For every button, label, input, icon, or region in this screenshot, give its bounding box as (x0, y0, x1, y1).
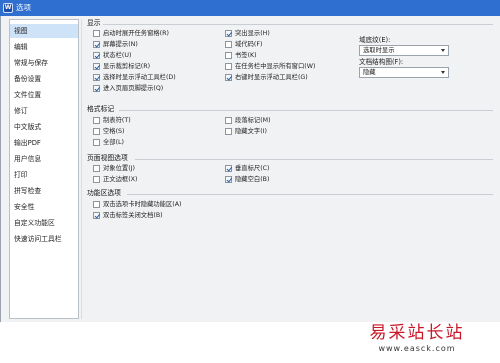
chevron-down-icon (441, 49, 445, 52)
checkbox[interactable] (225, 128, 232, 135)
document-map-select[interactable]: 隐藏 (359, 67, 449, 78)
sidebar-item-print[interactable]: 打印 (10, 168, 78, 182)
checkbox[interactable] (225, 117, 232, 124)
chevron-down-icon (441, 71, 445, 74)
sidebar-item-backup[interactable]: 备份设置 (10, 72, 78, 86)
checkbox[interactable] (93, 117, 100, 124)
checkbox[interactable] (225, 63, 232, 70)
section-divider (103, 24, 493, 25)
sidebar-item-customize-ribbon[interactable]: 自定义功能区 (10, 216, 78, 230)
sidebar-item-security[interactable]: 安全性 (10, 200, 78, 214)
checkbox[interactable] (225, 41, 232, 48)
sidebar-item-user-info[interactable]: 用户信息 (10, 152, 78, 166)
section-title-display: 显示 (87, 19, 101, 27)
wps-app-icon: W (3, 3, 13, 13)
options-dialog: 视图 编辑 常规与保存 备份设置 文件位置 修订 中文版式 输出PDF 用户信息… (0, 16, 500, 322)
sidebar-item-general-save[interactable]: 常规与保存 (10, 56, 78, 70)
checkbox[interactable] (93, 201, 100, 208)
view-options-panel: 显示 启动时展开任务窗格(R) 屏幕提示(N) 状态栏(U) 显示裁剪标记(R)… (85, 16, 495, 322)
checkbox-checked[interactable] (93, 212, 100, 219)
checkbox[interactable] (93, 30, 100, 37)
document-map-label: 文档结构图(F): (359, 58, 404, 66)
title-bar: W 选项 (0, 0, 500, 16)
checkbox-checked[interactable] (93, 74, 100, 81)
checkbox-checked[interactable] (93, 63, 100, 70)
sidebar-item-chinese-layout[interactable]: 中文版式 (10, 120, 78, 134)
checkbox[interactable] (93, 139, 100, 146)
sidebar-item-file-location[interactable]: 文件位置 (10, 88, 78, 102)
section-divider (135, 159, 493, 160)
field-shading-label: 域底纹(E): (359, 36, 391, 44)
section-divider (127, 194, 493, 195)
section-title-format-marks: 格式标记 (87, 105, 115, 113)
section-divider (119, 110, 493, 111)
sidebar-item-spell-check[interactable]: 拼写检查 (10, 184, 78, 198)
bottom-area: 易采站长站 www.easck.com (0, 322, 500, 363)
window-title: 选项 (16, 3, 31, 12)
sidebar-item-edit[interactable]: 编辑 (10, 40, 78, 54)
checkbox[interactable] (93, 128, 100, 135)
checkbox-checked[interactable] (225, 74, 232, 81)
section-title-ribbon: 功能区选项 (87, 189, 121, 197)
checkbox-checked[interactable] (225, 176, 232, 183)
field-shading-select[interactable]: 选取时显示 (359, 45, 449, 56)
section-title-page-view: 页面视图选项 (87, 154, 128, 162)
sidebar-item-revision[interactable]: 修订 (10, 104, 78, 118)
sidebar-item-export-pdf[interactable]: 输出PDF (10, 136, 78, 150)
checkbox-checked[interactable] (225, 30, 232, 37)
checkbox[interactable] (93, 165, 100, 172)
checkbox-checked[interactable] (93, 41, 100, 48)
options-sidebar: 视图 编辑 常规与保存 备份设置 文件位置 修订 中文版式 输出PDF 用户信息… (9, 19, 79, 319)
watermark-url: www.easck.com (378, 344, 456, 353)
checkbox-checked[interactable] (93, 85, 100, 92)
sidebar-divider (81, 19, 82, 319)
site-watermark: 易采站长站 www.easck.com (342, 322, 492, 363)
checkbox[interactable] (225, 52, 232, 59)
sidebar-item-quick-access-toolbar[interactable]: 快速访问工具栏 (10, 232, 78, 246)
watermark-logo-text: 易采站长站 (369, 323, 465, 343)
checkbox-checked[interactable] (93, 52, 100, 59)
sidebar-item-view[interactable]: 视图 (10, 24, 78, 38)
checkbox-checked[interactable] (225, 165, 232, 172)
checkbox[interactable] (93, 176, 100, 183)
